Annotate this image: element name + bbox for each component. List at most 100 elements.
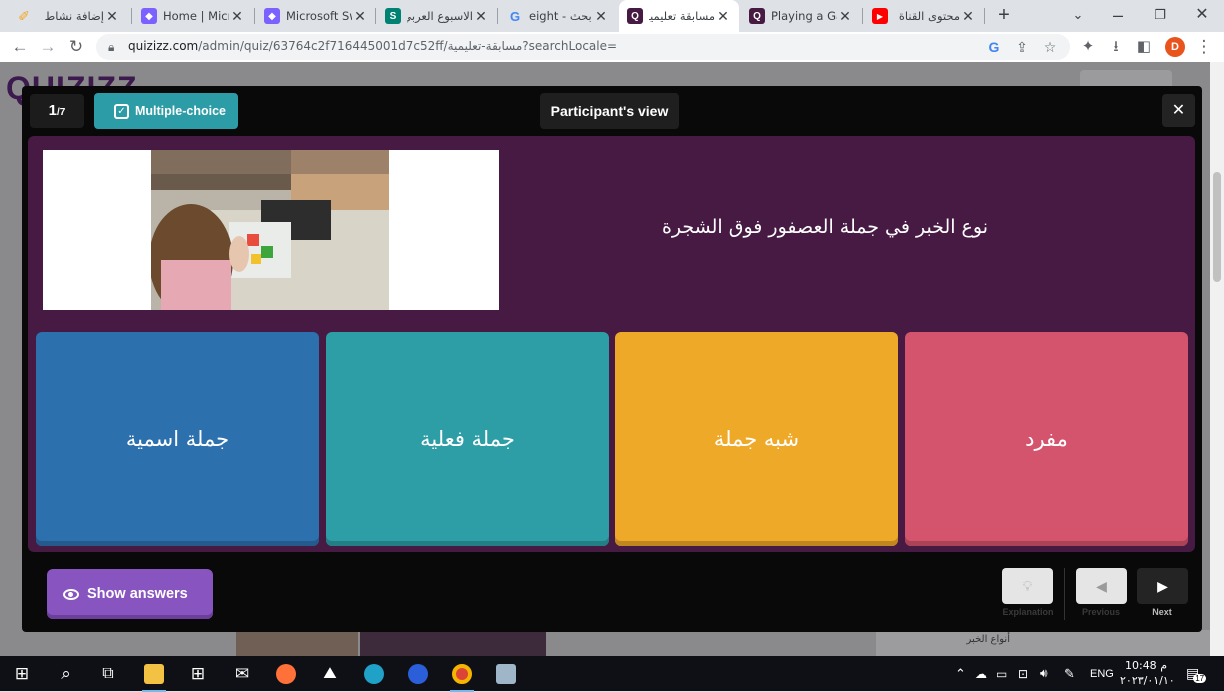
checkbox-icon: ✓ [114, 103, 129, 119]
app-icon[interactable] [492, 660, 520, 688]
question-total: /7 [57, 107, 66, 118]
forward-button[interactable]: → [36, 35, 60, 59]
close-tab-icon[interactable]: ✕ [352, 8, 368, 25]
close-modal-button[interactable]: ✕ [1162, 94, 1195, 127]
webex-shape [408, 664, 428, 684]
tab-search-icon[interactable]: ⌄ [1058, 0, 1098, 32]
volume-icon[interactable]: 🔊︎ [1040, 656, 1048, 691]
close-tab-icon[interactable]: ✕ [837, 8, 853, 25]
edge-icon[interactable] [360, 660, 388, 688]
windows-start-icon[interactable]: ⊞ [8, 660, 36, 688]
next-button[interactable]: ▶ [1137, 568, 1188, 604]
browser-toolbar: ← → ↻ 🔒︎ quizizz.com/admin/quiz/63764c2f… [0, 32, 1224, 62]
google-lens-icon[interactable]: G [984, 37, 1004, 57]
close-tab-icon[interactable]: ✕ [229, 8, 245, 25]
network-icon[interactable]: ⊡ [1018, 656, 1028, 691]
browser-tab[interactable]: ◆ Home | Micro ✕ [133, 0, 253, 32]
question-preview-modal: 1/7 ✓ Multiple-choice Participant's view… [22, 86, 1202, 632]
address-bar[interactable]: 🔒︎ quizizz.com/admin/quiz/63764c2f716445… [96, 34, 1070, 60]
onedrive-icon[interactable]: ☁ [975, 656, 987, 691]
search-icon[interactable]: ⌕ [52, 660, 80, 688]
previous-button[interactable]: ◀ [1076, 568, 1127, 604]
show-answers-button[interactable]: Show answers [47, 569, 213, 619]
new-tab-button[interactable]: + [992, 4, 1016, 28]
close-tab-icon[interactable]: ✕ [593, 8, 609, 25]
back-button[interactable]: ← [8, 35, 32, 59]
bg-text: أنواع الخبر [966, 634, 1010, 645]
browser-tab[interactable]: ▶ محتوى القناة ✕ [864, 0, 984, 32]
tab-title: eight - بحث G [529, 9, 593, 23]
file-explorer-icon[interactable] [140, 660, 168, 692]
browser-tab[interactable]: Q Playing a Gam ✕ [741, 0, 861, 32]
store-icon[interactable]: ⊞ [184, 660, 212, 688]
answer-option-1[interactable]: جملة اسمية [36, 332, 319, 546]
browser-tab[interactable]: ✐ إضافة نشاط ✕ [8, 0, 128, 32]
close-tab-icon[interactable]: ✕ [473, 8, 489, 25]
notification-icon[interactable]: ▤ 17 [1186, 656, 1207, 691]
chrome-shape [452, 664, 472, 684]
tab-title: Home | Micro [163, 9, 229, 23]
lightbulb-icon: 💡︎ [1022, 577, 1033, 594]
show-answers-label: Show answers [87, 586, 188, 602]
close-tab-icon[interactable]: ✕ [104, 8, 120, 25]
mail-icon[interactable]: ✉ [228, 660, 256, 688]
close-window-button[interactable]: ✕ [1182, 0, 1222, 32]
tab-title: إضافة نشاط [44, 9, 104, 23]
firefox-shape [276, 664, 296, 684]
close-tab-icon[interactable]: ✕ [960, 8, 976, 25]
scrollbar-thumb[interactable] [1213, 172, 1221, 282]
participant-view-button[interactable]: Participant's view [540, 93, 679, 129]
bg-thumbnail [236, 632, 358, 656]
side-panel-icon[interactable]: ◧ [1134, 37, 1154, 57]
chrome-icon[interactable] [448, 660, 476, 692]
reload-button[interactable]: ↻ [64, 35, 88, 59]
browser-tab[interactable]: ◆ Microsoft Sw ✕ [256, 0, 376, 32]
menu-kebab-icon[interactable]: ⋮ [1194, 37, 1214, 57]
answer-option-label: جملة فعلية [420, 427, 515, 451]
browser-tab-active[interactable]: Q مسابقة تعليمية ✕ [619, 0, 739, 32]
photos-icon[interactable]: ⛰ [316, 660, 344, 688]
task-view-icon[interactable]: ⧉ [94, 660, 122, 688]
close-tab-icon[interactable]: ✕ [715, 8, 731, 25]
explanation-button[interactable]: 💡︎ [1002, 568, 1053, 604]
browser-tab-strip: ✐ إضافة نشاط ✕ ◆ Home | Micro ✕ ◆ Micros… [0, 0, 1224, 32]
app-shape [496, 664, 516, 684]
tab-separator [984, 8, 985, 24]
answer-option-2[interactable]: جملة فعلية [326, 332, 609, 546]
previous-label: Previous [1081, 607, 1121, 617]
browser-tab[interactable]: G eight - بحث G ✕ [499, 0, 617, 32]
question-image [43, 150, 499, 310]
profile-avatar[interactable]: D [1165, 37, 1185, 57]
browser-tab[interactable]: S الاسبوع العربي ✕ [377, 0, 497, 32]
restore-button[interactable]: ❐ [1140, 0, 1180, 32]
share-icon[interactable]: ⇪ [1012, 37, 1032, 57]
bookmark-star-icon[interactable]: ☆ [1040, 37, 1060, 57]
taskbar-clock[interactable]: 10:48 م ٢٠٢٣/٠١/١٠ [1120, 658, 1175, 688]
answer-option-label: شبه جملة [713, 427, 800, 451]
tab-separator [497, 8, 498, 24]
tab-separator [131, 8, 132, 24]
tab-title: محتوى القناة [898, 9, 960, 23]
minimize-button[interactable]: – [1098, 0, 1138, 32]
webex-icon[interactable] [404, 660, 432, 688]
pen-icon[interactable]: ✎ [1064, 656, 1075, 691]
language-indicator[interactable]: ENG [1090, 656, 1114, 691]
answer-option-4[interactable]: مفرد [905, 332, 1188, 546]
tray-chevron-icon[interactable]: ⌃ [955, 656, 966, 691]
explanation-label: Explanation [1002, 607, 1054, 617]
page-scrollbar[interactable] [1210, 62, 1224, 656]
extensions-icon[interactable]: ✦ [1078, 37, 1098, 57]
lock-icon: 🔒︎ [108, 40, 115, 54]
copilot-icon: ◆ [141, 8, 157, 24]
sway-icon: S [385, 8, 401, 24]
quizizz-icon: Q [627, 8, 643, 24]
answer-option-label: جملة اسمية [125, 427, 230, 451]
answer-option-3[interactable]: شبه جملة [615, 332, 898, 546]
tab-separator [375, 8, 376, 24]
download-icon[interactable]: ⭳ [1106, 37, 1126, 57]
firefox-icon[interactable] [272, 660, 300, 688]
google-icon: G [509, 8, 521, 24]
question-type-badge[interactable]: ✓ Multiple-choice [94, 93, 238, 129]
battery-icon[interactable]: ▭ [996, 656, 1007, 691]
bg-card [360, 632, 546, 656]
